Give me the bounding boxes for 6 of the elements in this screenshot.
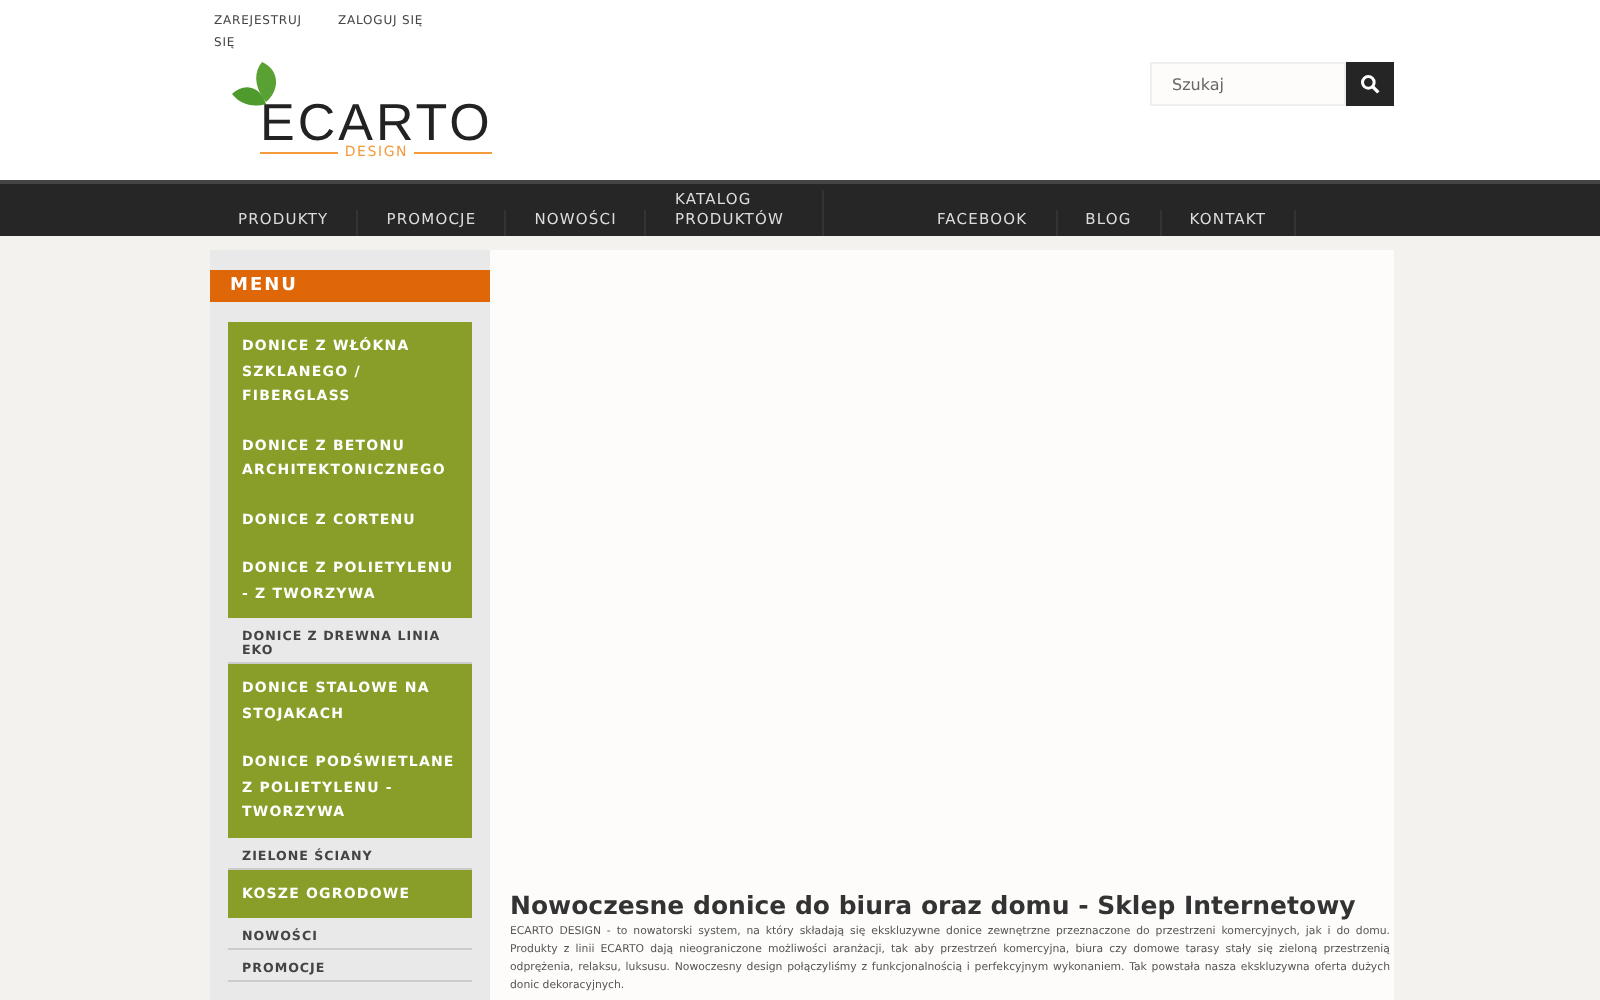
menu-header: MENU: [210, 270, 490, 302]
search-field[interactable]: Szukaj: [1150, 62, 1346, 106]
page-heading: Nowoczesne donice do biura oraz domu - Sklep Internetowy: [510, 890, 1358, 920]
search-button[interactable]: [1346, 62, 1394, 106]
search-icon: [1360, 74, 1380, 94]
logo-wordmark: ECARTO: [260, 100, 493, 144]
